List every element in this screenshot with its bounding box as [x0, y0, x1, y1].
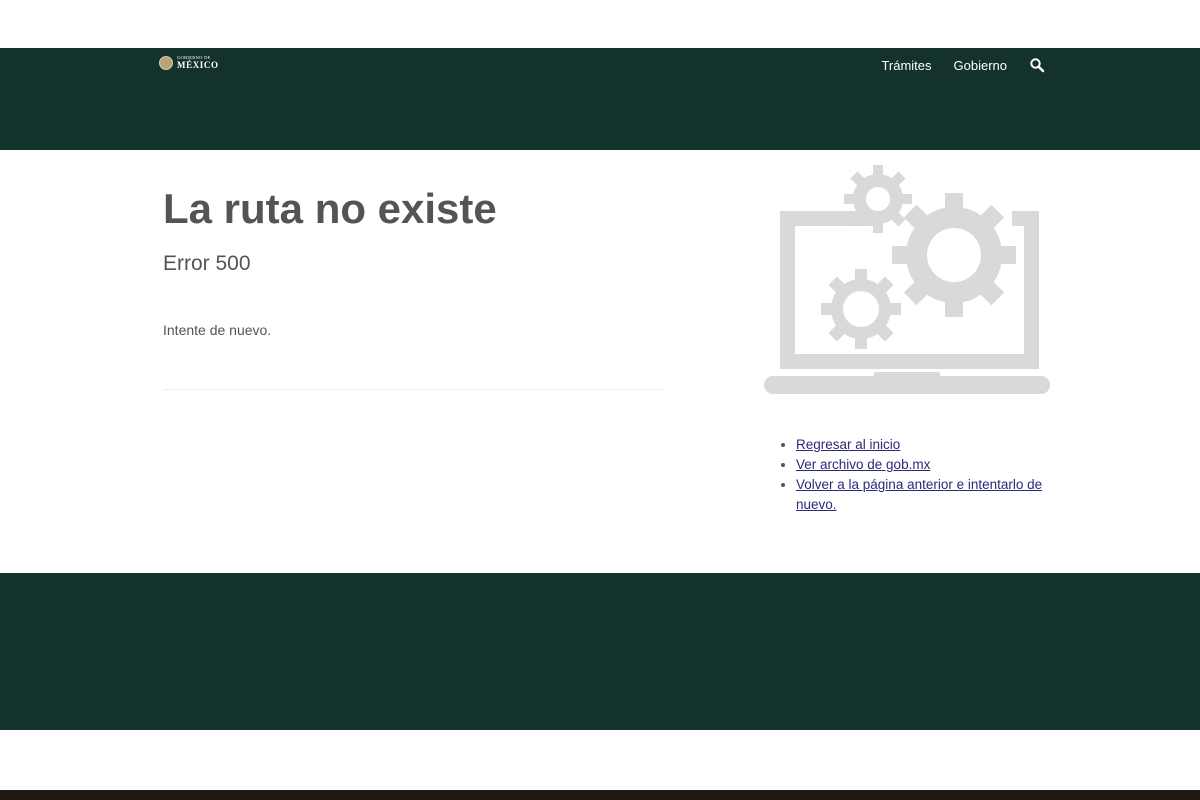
nav-tramites-link[interactable]: Trámites — [881, 58, 931, 73]
page: GOBIERNO DE MÉXICO Trámites Gobierno La … — [0, 0, 1200, 800]
laptop-gears-icon — [764, 165, 1050, 394]
nav-gobierno-link[interactable]: Gobierno — [954, 58, 1007, 73]
help-links-list: Regresar al inicio Ver archivo de gob.mx… — [778, 435, 1066, 515]
error-code: Error 500 — [163, 252, 251, 275]
gobmx-archive-link[interactable]: Ver archivo de gob.mx — [796, 457, 930, 472]
small-gear-icon — [844, 165, 912, 233]
page-title: La ruta no existe — [163, 185, 497, 232]
site-header: GOBIERNO DE MÉXICO Trámites Gobierno — [0, 48, 1200, 150]
bottom-blank-band — [0, 730, 1200, 790]
main-content: La ruta no existe Error 500 Intente de n… — [0, 150, 1200, 573]
previous-page-link[interactable]: Volver a la página anterior e intentarlo… — [796, 477, 1042, 512]
laptop-gears-illustration — [762, 162, 1052, 398]
large-gear-icon — [892, 193, 1016, 317]
top-blank-band — [0, 0, 1200, 48]
retry-message: Intente de nuevo. — [163, 322, 272, 338]
logo-wordmark: GOBIERNO DE MÉXICO — [177, 56, 219, 70]
back-to-home-link[interactable]: Regresar al inicio — [796, 437, 900, 452]
list-item: Regresar al inicio — [796, 435, 1066, 455]
divider — [163, 389, 663, 390]
list-item: Volver a la página anterior e intentarlo… — [796, 475, 1066, 515]
search-icon[interactable] — [1029, 57, 1045, 73]
gobierno-mexico-logo[interactable]: GOBIERNO DE MÉXICO — [159, 56, 219, 70]
logo-line-2: MÉXICO — [177, 59, 219, 70]
national-emblem-icon — [159, 56, 173, 70]
bottom-dark-strip — [0, 790, 1200, 800]
site-footer — [0, 573, 1200, 730]
main-nav: Trámites Gobierno — [881, 57, 1045, 73]
list-item: Ver archivo de gob.mx — [796, 455, 1066, 475]
medium-gear-icon — [821, 269, 901, 349]
